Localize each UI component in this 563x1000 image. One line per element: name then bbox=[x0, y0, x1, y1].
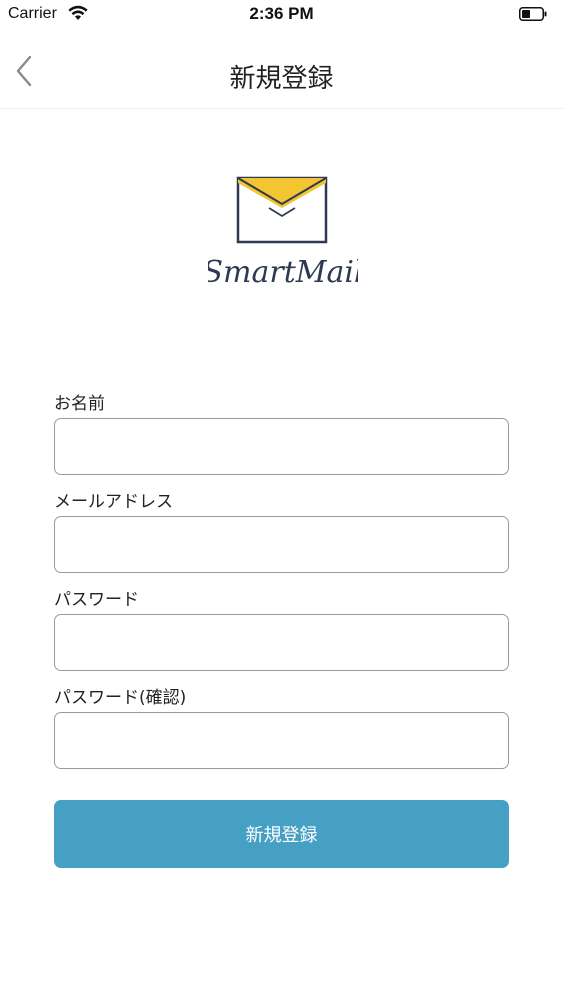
logo-wordmark: SmartMail bbox=[208, 255, 358, 290]
name-field-group: お名前 bbox=[54, 390, 509, 475]
registration-form: お名前 メールアドレス パスワード パスワード(確認) bbox=[54, 390, 509, 782]
envelope-icon: SmartMail bbox=[202, 176, 364, 290]
battery-icon bbox=[519, 7, 547, 21]
password-confirm-label: パスワード(確認) bbox=[54, 688, 187, 708]
status-time: 2:36 PM bbox=[249, 4, 314, 23]
email-input[interactable] bbox=[54, 516, 509, 573]
password-label: パスワード bbox=[54, 590, 139, 610]
password-confirm-input[interactable] bbox=[54, 712, 509, 769]
status-bar: Carrier 2:36 PM bbox=[0, 0, 563, 30]
name-input[interactable] bbox=[54, 418, 509, 475]
email-label: メールアドレス bbox=[54, 492, 173, 512]
password-input[interactable] bbox=[54, 614, 509, 671]
password-field-group: パスワード bbox=[54, 586, 509, 671]
name-label: お名前 bbox=[54, 394, 105, 414]
page-title: 新規登録 bbox=[229, 64, 334, 94]
app-logo: SmartMail bbox=[202, 170, 364, 310]
password-confirm-field-group: パスワード(確認) bbox=[54, 684, 509, 769]
register-button[interactable]: 新規登録 bbox=[54, 800, 509, 868]
email-field-group: メールアドレス bbox=[54, 488, 509, 573]
nav-bar: 新規登録 bbox=[0, 38, 563, 109]
